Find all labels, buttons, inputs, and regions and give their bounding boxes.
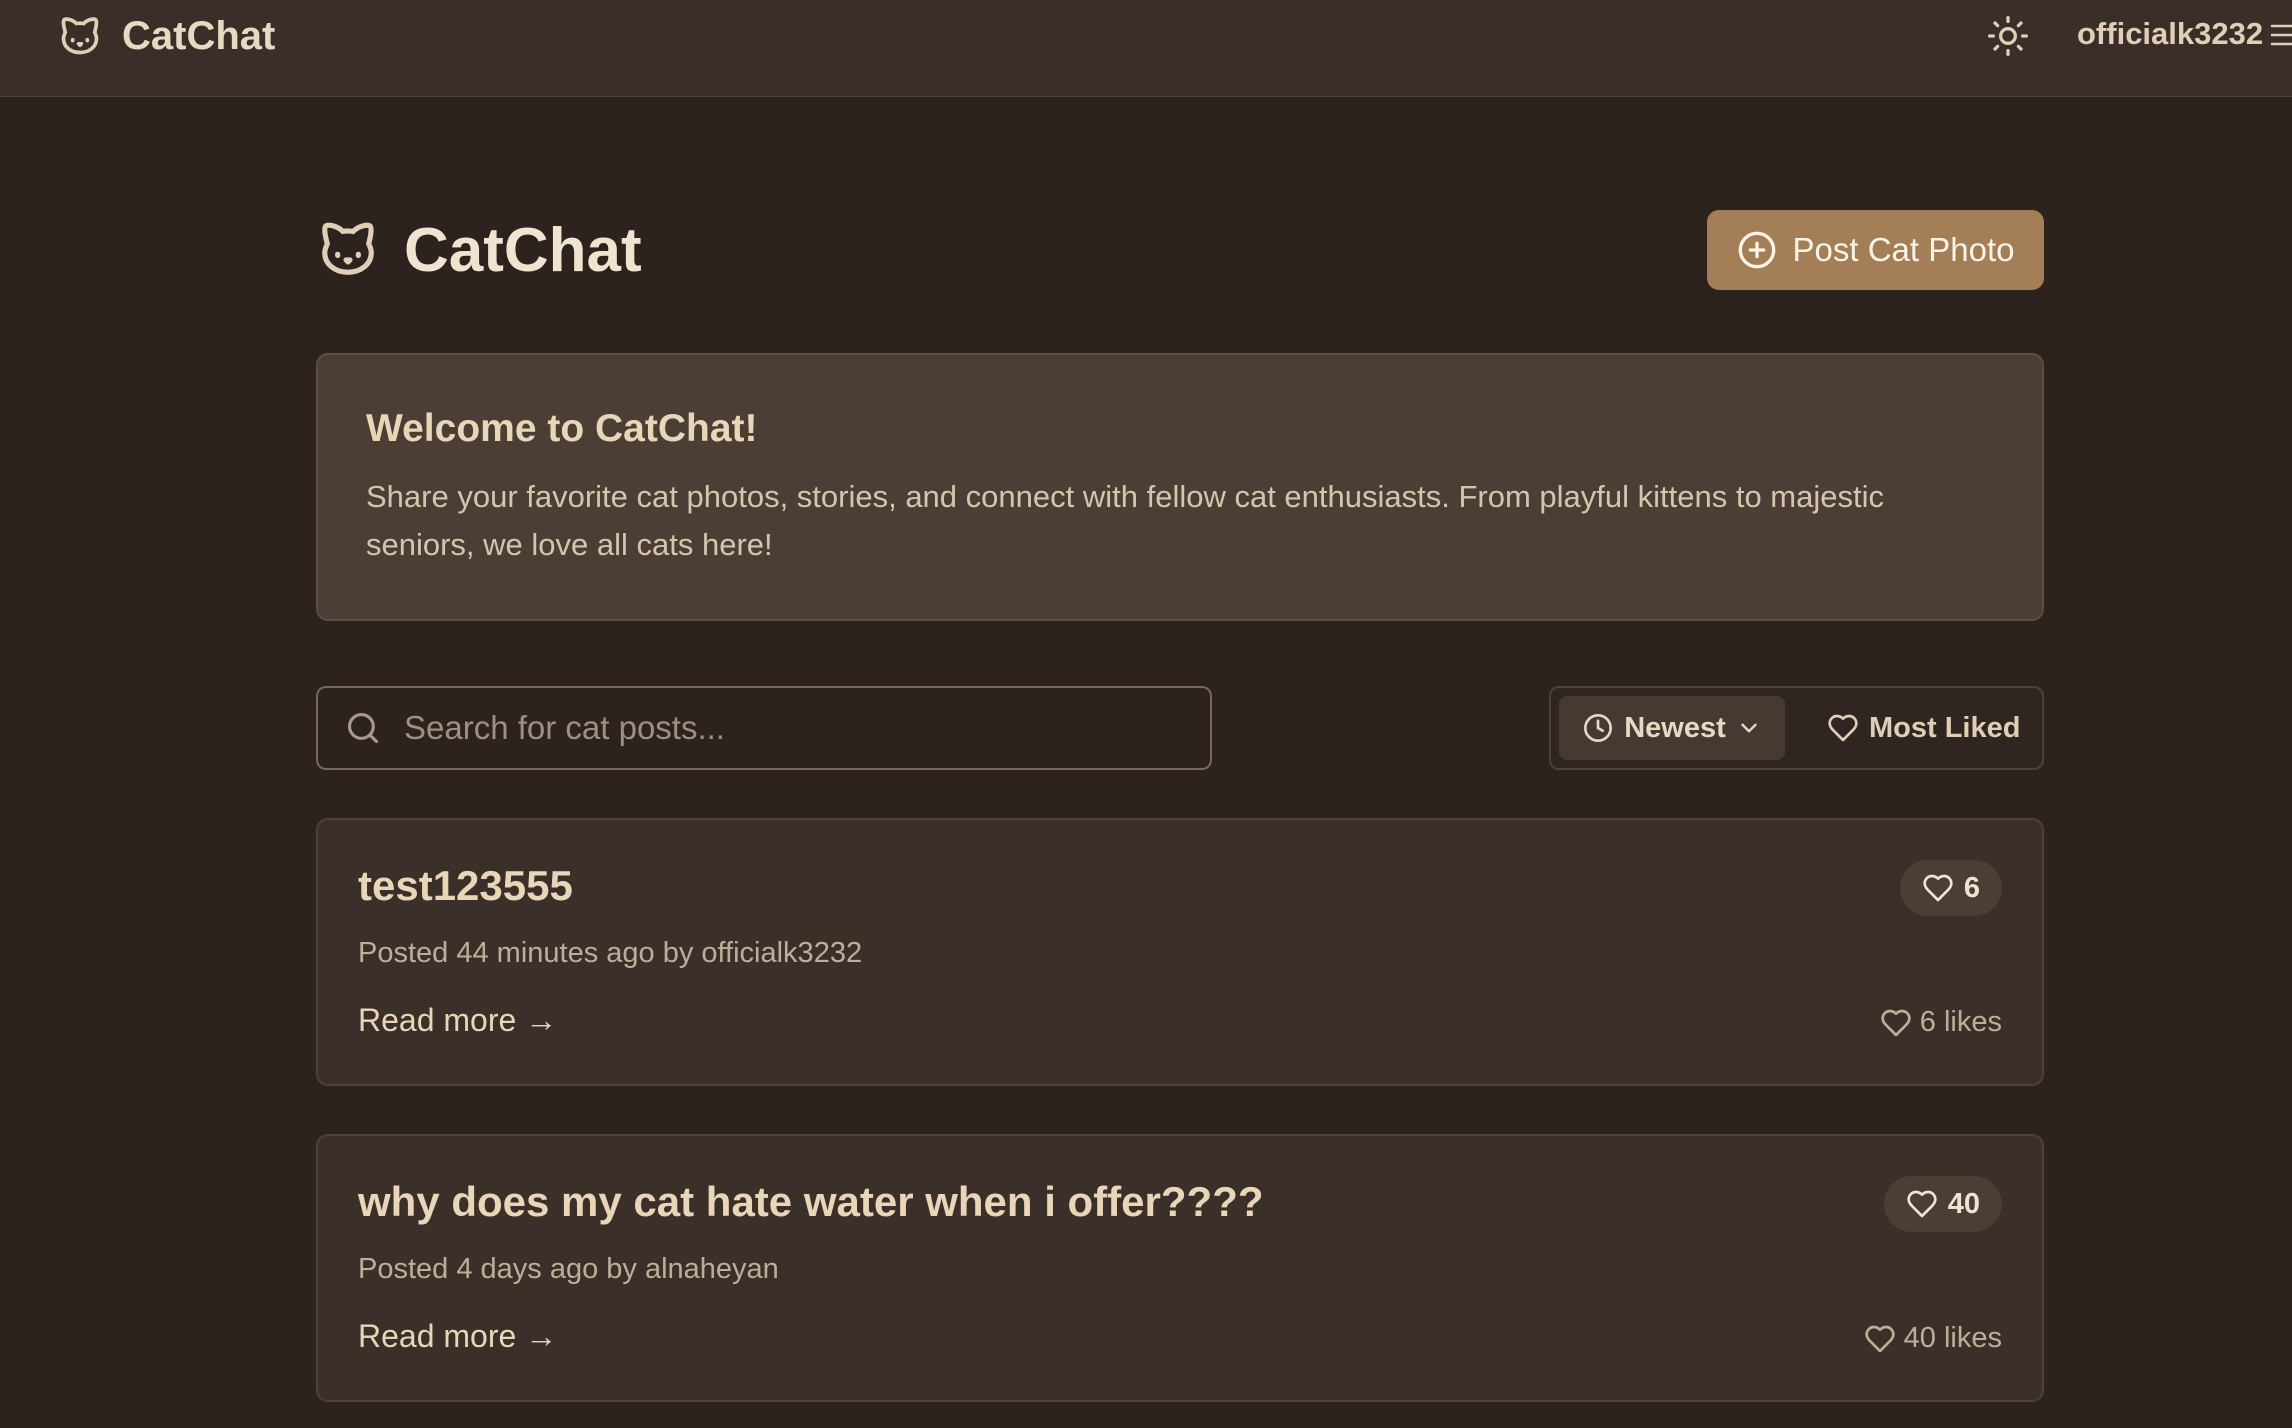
likes-count: 6 likes <box>1880 1006 2002 1039</box>
welcome-title: Welcome to CatChat! <box>366 407 758 450</box>
hamburger-menu-button[interactable] <box>2270 20 2292 50</box>
post-title[interactable]: test123555 <box>358 862 573 910</box>
welcome-text: Share your favorite cat photos, stories,… <box>366 479 1884 562</box>
search-icon <box>344 709 382 747</box>
post-card[interactable]: why does my cat hate water when i offer?… <box>316 1134 2044 1402</box>
page-title: CatChat <box>404 216 642 285</box>
clock-icon <box>1582 712 1614 744</box>
likes-count-text: 40 likes <box>1903 1322 2002 1354</box>
nav-brand-text: CatChat <box>122 13 276 58</box>
likes-count: 40 likes <box>1864 1322 2002 1355</box>
hamburger-menu-icon <box>2270 20 2292 50</box>
read-more-link[interactable]: Read more → <box>358 1002 557 1039</box>
like-button[interactable]: 6 <box>1899 860 2002 916</box>
cat-face-icon <box>58 14 102 58</box>
heart-icon <box>1906 1188 1938 1220</box>
chevron-down-icon <box>1736 715 1762 741</box>
search-box[interactable] <box>316 686 1212 770</box>
post-cat-photo-label: Post Cat Photo <box>1792 231 2015 268</box>
heart-icon <box>1922 872 1954 904</box>
post-card[interactable]: test123555 Posted 44 minutes ago by offi… <box>316 818 2044 1086</box>
sun-icon <box>1986 14 2030 58</box>
cat-face-icon <box>316 218 380 280</box>
top-navbar: CatChat officialk3232 <box>0 0 2292 97</box>
plus-circle-icon <box>1737 230 1777 270</box>
welcome-card: Welcome to CatChat! Share your favorite … <box>316 353 2044 621</box>
post-meta: Posted 44 minutes ago by officialk3232 <box>358 937 863 969</box>
post-title[interactable]: why does my cat hate water when i offer?… <box>358 1178 1264 1226</box>
user-menu[interactable]: officialk3232 <box>2077 16 2263 52</box>
sort-most-liked-label: Most Liked <box>1869 711 2021 744</box>
sort-toggle-group: Newest Most Liked <box>1549 686 2044 770</box>
search-input[interactable] <box>404 709 1184 747</box>
read-more-link[interactable]: Read more → <box>358 1318 557 1355</box>
post-meta: Posted 4 days ago by alnaheyan <box>358 1253 779 1285</box>
sort-most-liked-button[interactable]: Most Liked <box>1827 696 2020 760</box>
heart-icon <box>1864 1323 1896 1355</box>
sort-newest-label: Newest <box>1624 711 1726 744</box>
like-button-count: 40 <box>1947 1187 1980 1220</box>
sort-newest-button[interactable]: Newest <box>1559 696 1785 760</box>
post-cat-photo-button[interactable]: Post Cat Photo <box>1707 210 2044 290</box>
like-button[interactable]: 40 <box>1883 1176 2002 1232</box>
like-button-count: 6 <box>1963 871 1980 904</box>
likes-count-text: 6 likes <box>1919 1006 2002 1038</box>
theme-toggle-button[interactable] <box>1986 14 2030 58</box>
heart-icon <box>1880 1007 1912 1039</box>
nav-brand[interactable]: CatChat <box>58 12 275 60</box>
heart-icon <box>1827 712 1859 744</box>
